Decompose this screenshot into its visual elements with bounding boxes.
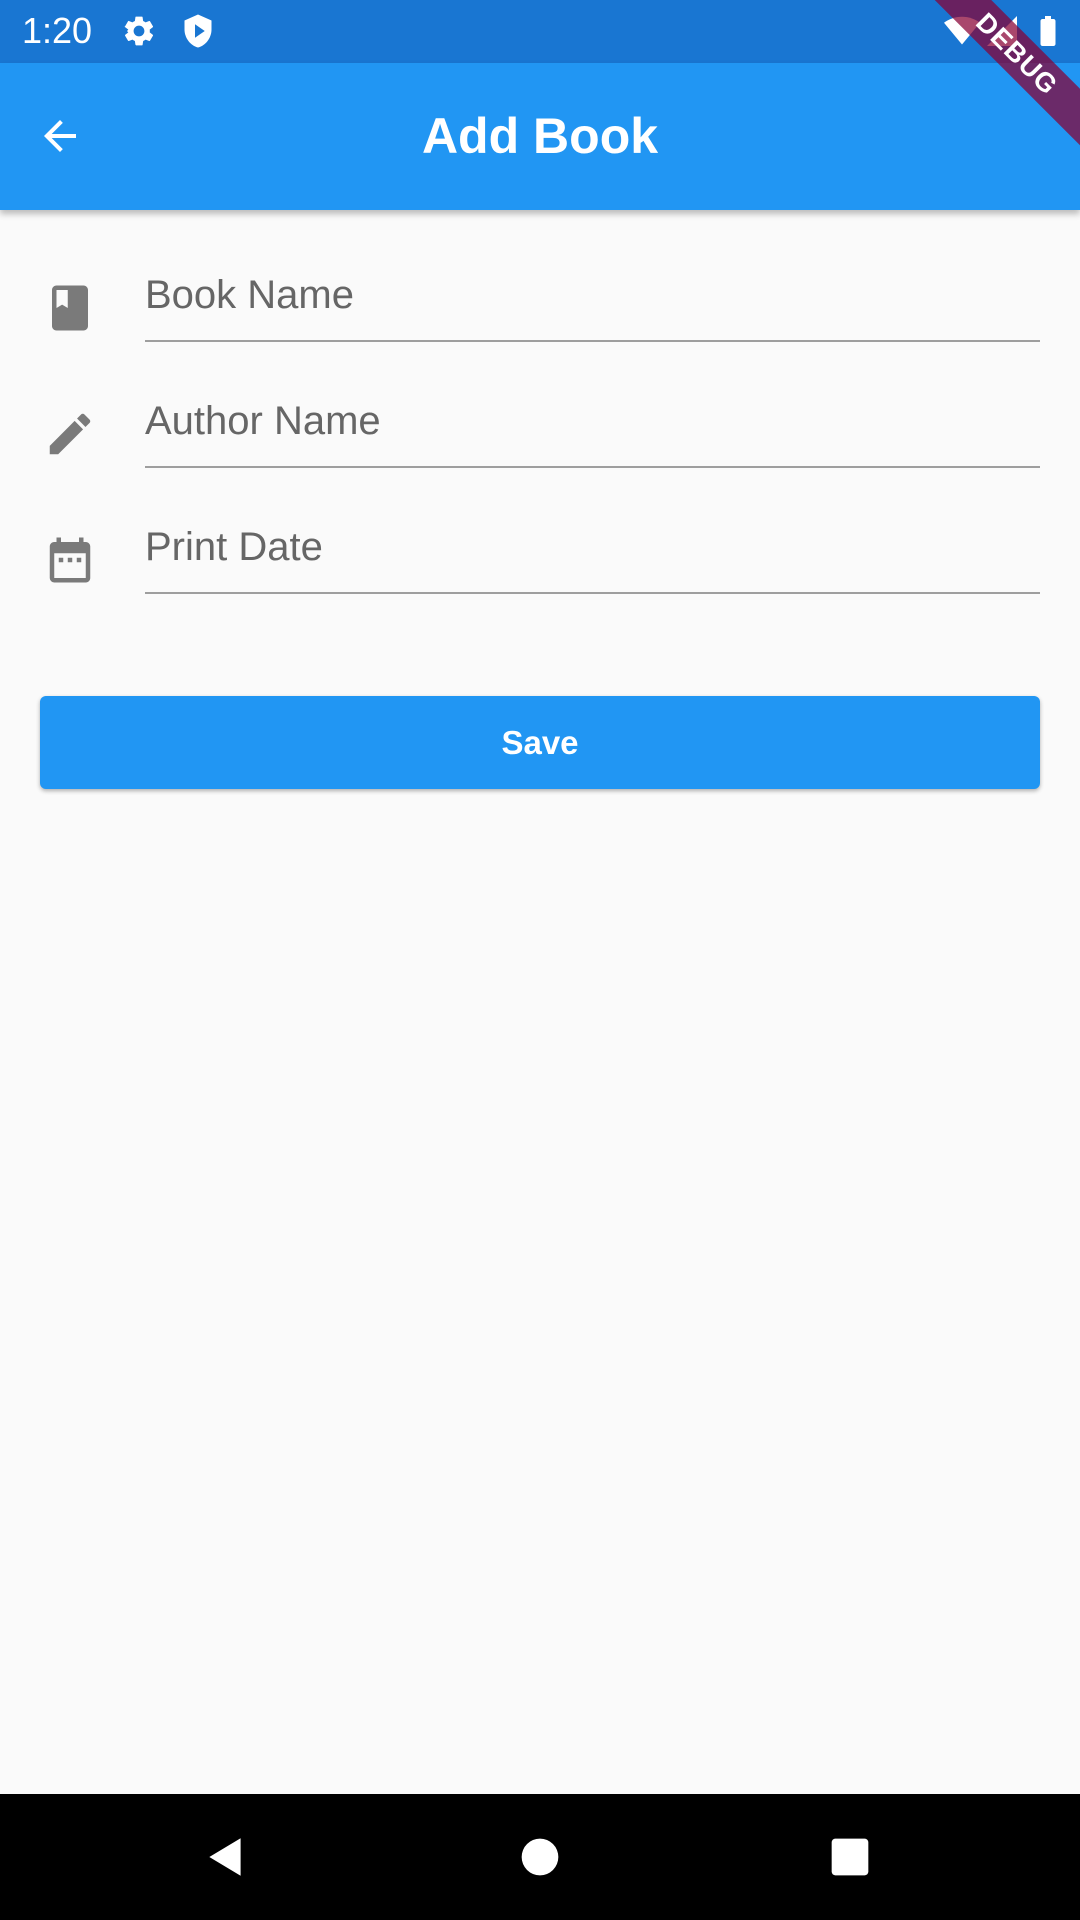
page-title: Add Book: [421, 108, 659, 164]
nav-recents-button[interactable]: [814, 1821, 886, 1893]
author-name-field: [0, 376, 1080, 502]
gear-icon: [121, 13, 157, 49]
book-icon: [40, 278, 100, 338]
nav-back-button[interactable]: [190, 1821, 262, 1893]
book-name-field: [0, 250, 1080, 376]
app-bar: Add Book: [0, 63, 1080, 210]
nav-home-button[interactable]: [504, 1821, 576, 1893]
navigation-bar: [0, 1794, 1080, 1920]
signal-icon: [984, 13, 1020, 49]
recents-square-icon: [831, 1838, 869, 1876]
author-name-input[interactable]: [145, 376, 1040, 468]
book-name-input[interactable]: [145, 250, 1040, 342]
shield-play-icon: [180, 13, 216, 49]
wifi-icon: [944, 13, 980, 49]
battery-icon: [1030, 13, 1066, 49]
print-date-field: [0, 502, 1080, 628]
save-button[interactable]: Save: [40, 696, 1040, 789]
pencil-icon: [40, 404, 100, 464]
print-date-input[interactable]: [145, 502, 1040, 594]
calendar-icon: [40, 530, 100, 590]
arrow-back-icon: [44, 120, 76, 152]
status-time: 1:20: [22, 10, 93, 51]
home-circle-icon: [521, 1838, 559, 1876]
back-triangle-icon: [209, 1838, 241, 1876]
back-button[interactable]: [24, 100, 96, 172]
status-bar: 1:20: [0, 0, 1080, 63]
